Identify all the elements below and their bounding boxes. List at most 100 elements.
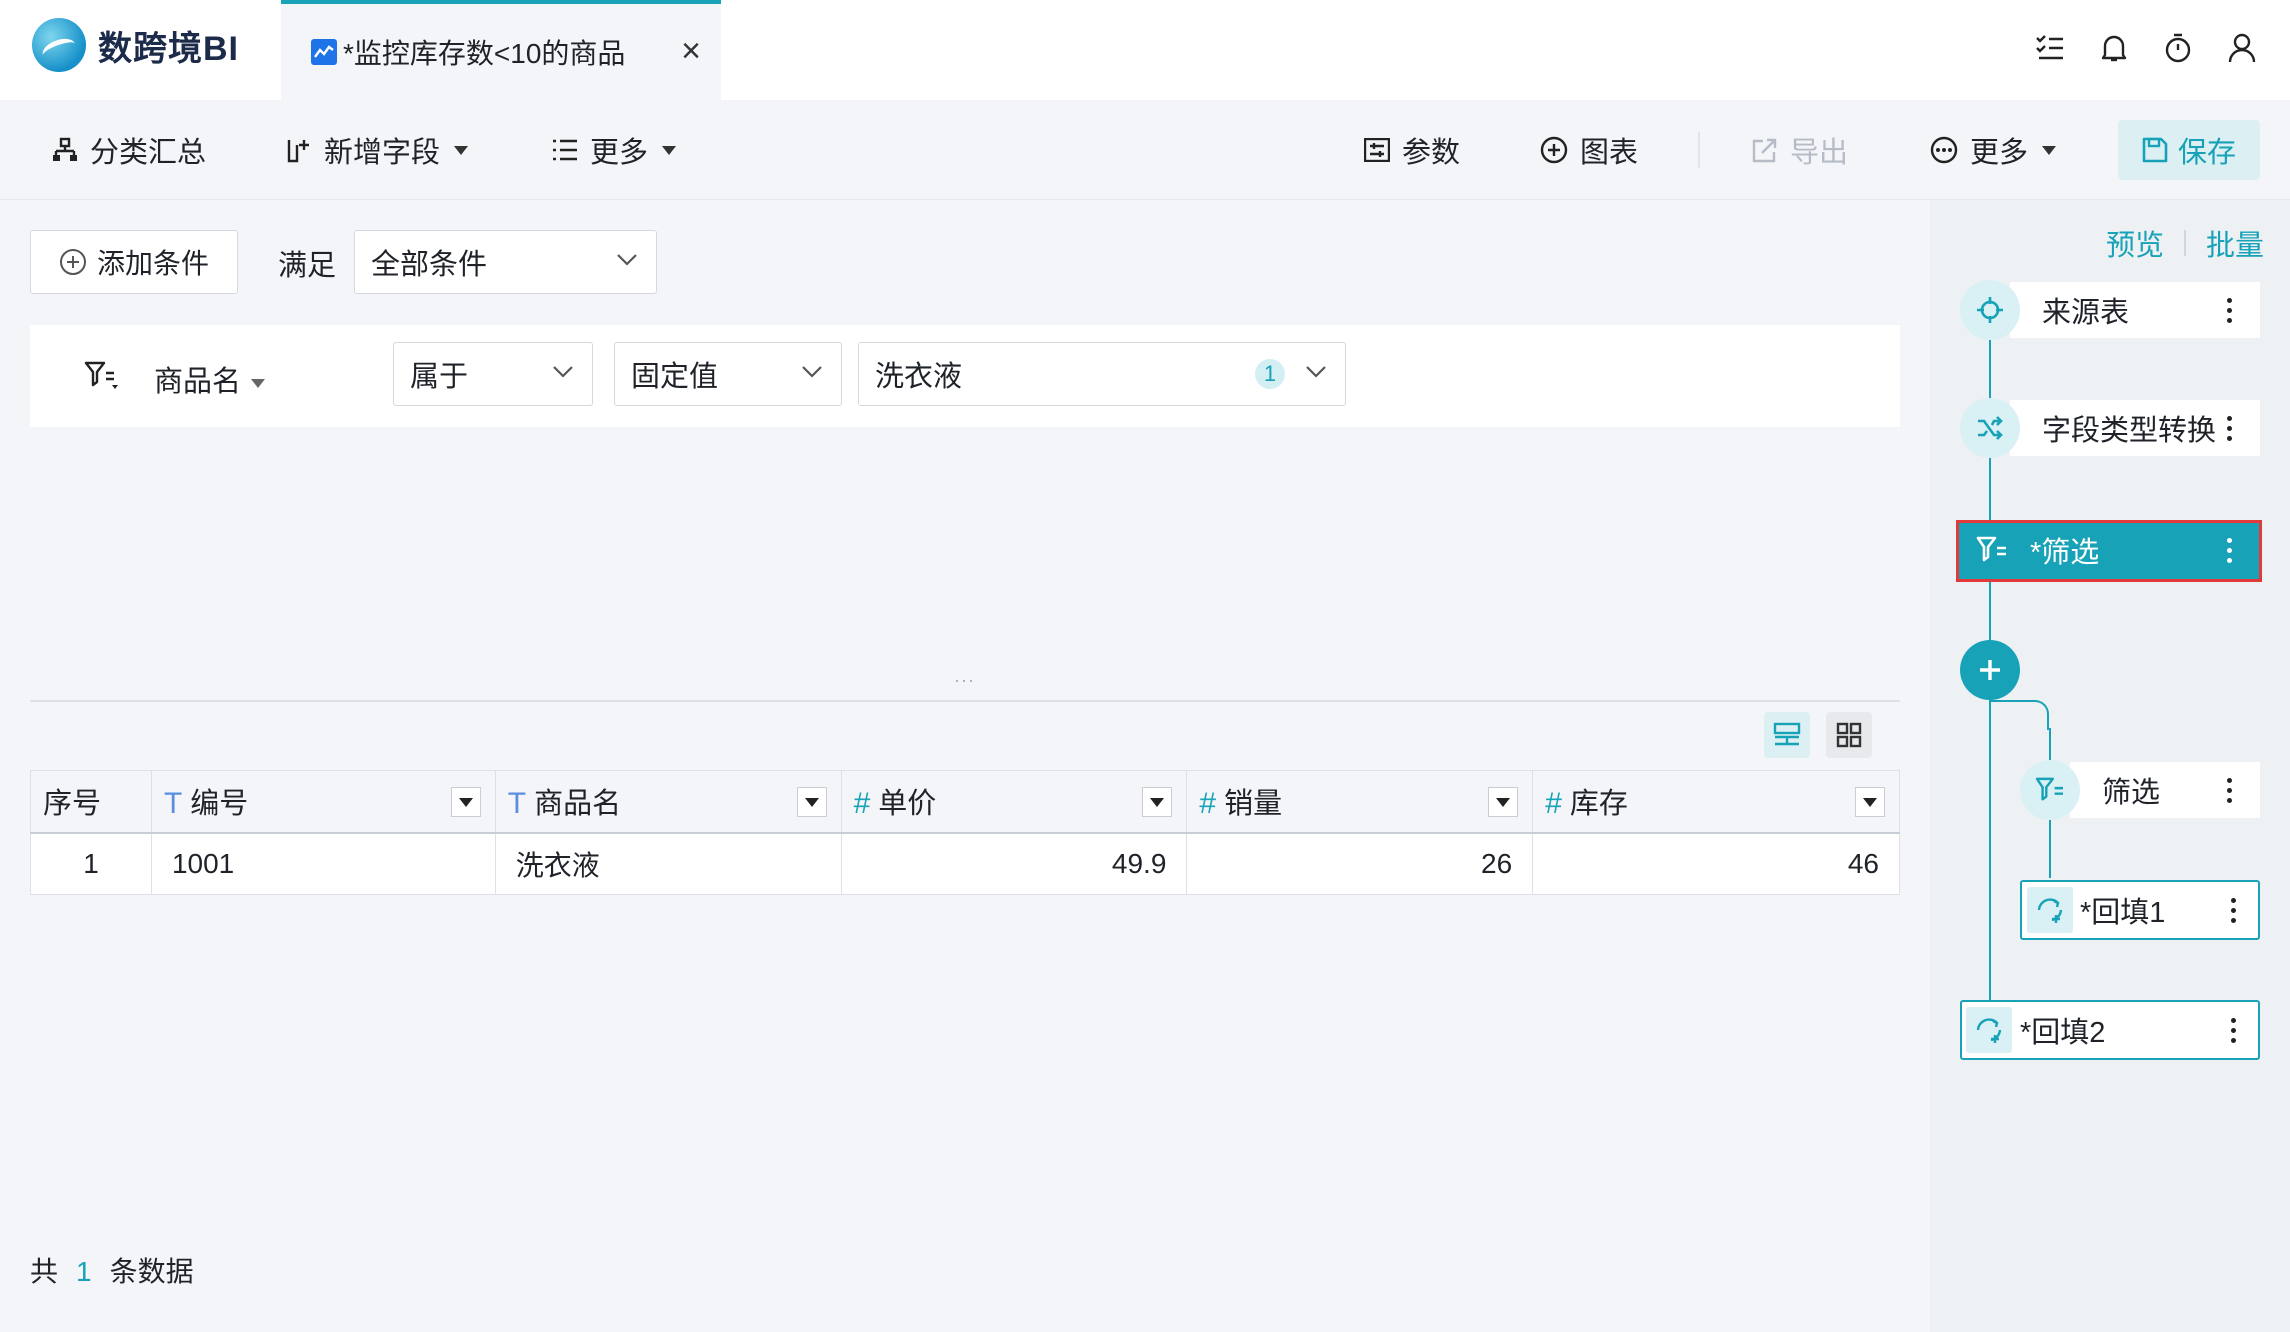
- shuffle-icon: [1960, 398, 2020, 458]
- list-icon: [553, 139, 577, 161]
- logo-icon: [32, 18, 86, 72]
- backfill-icon: [1966, 1007, 2012, 1053]
- source-table-icon: [1960, 280, 2020, 340]
- add-field-label: 新增字段: [324, 137, 441, 169]
- caret-down-icon: [1150, 797, 1165, 807]
- chevron-down-icon: [802, 366, 822, 378]
- filter-value-select[interactable]: 洗衣液 1: [858, 342, 1346, 406]
- top-bar: 数跨境BI *监控库存数<10的商品 ×: [0, 0, 2290, 100]
- row-count: 1: [76, 1256, 92, 1287]
- column-menu-button[interactable]: [796, 787, 827, 817]
- text-type-icon: T: [507, 787, 527, 821]
- flow-node-label: 来源表: [2042, 297, 2130, 329]
- match-mode-select[interactable]: 全部条件: [354, 230, 657, 294]
- column-menu-button[interactable]: [1142, 787, 1173, 817]
- match-mode-value: 全部条件: [371, 249, 488, 281]
- column-header-sales[interactable]: # 销量: [1186, 770, 1534, 834]
- grid-view-button[interactable]: [1826, 712, 1872, 758]
- filter-field-selector[interactable]: 商品名: [154, 358, 266, 400]
- add-field-button[interactable]: 新增字段: [286, 124, 469, 176]
- export-button[interactable]: 导出: [1752, 124, 1848, 176]
- cell-sales: 26: [1186, 832, 1534, 895]
- plus-circle-icon: [1540, 136, 1568, 164]
- backfill-icon: [2027, 887, 2073, 933]
- column-header-stock[interactable]: # 库存: [1532, 770, 1900, 834]
- task-list-icon[interactable]: [2032, 30, 2068, 66]
- add-node-button[interactable]: [1960, 640, 2020, 700]
- preview-link[interactable]: 预览: [2106, 222, 2164, 264]
- cell-id: 1001: [150, 832, 496, 895]
- node-more-icon[interactable]: [2214, 770, 2244, 810]
- more-right-label: 更多: [1970, 137, 2029, 169]
- brand-name: 数跨境BI: [98, 29, 239, 68]
- operator-value: 属于: [410, 361, 469, 393]
- column-header-id[interactable]: T 编号: [150, 770, 496, 834]
- selected-count-badge: 1: [1255, 359, 1285, 389]
- cell-price: 49.9: [840, 832, 1188, 895]
- caret-down-icon: [804, 797, 819, 807]
- chevron-down-icon: [2042, 145, 2057, 155]
- filter-field-icon[interactable]: [84, 361, 120, 391]
- toolbar: 分类汇总 新增字段 更多 参数 图表 导出 更多: [0, 100, 2290, 200]
- app-logo[interactable]: 数跨境BI: [32, 18, 239, 72]
- group-summary-button[interactable]: 分类汇总: [52, 124, 206, 176]
- node-more-icon[interactable]: [2214, 408, 2244, 448]
- node-more-icon[interactable]: [2214, 530, 2244, 570]
- chevron-down-icon: [454, 145, 469, 155]
- group-summary-label: 分类汇总: [90, 137, 207, 169]
- filter-icon: [1976, 536, 2006, 562]
- number-type-icon: #: [853, 787, 871, 821]
- cell-product-name: 洗衣液: [494, 832, 842, 895]
- more-menu-right[interactable]: 更多: [1930, 124, 2057, 176]
- filter-icon: [2020, 760, 2080, 820]
- add-condition-button[interactable]: 添加条件: [30, 230, 238, 294]
- row-count-footer: 共 1 条数据: [30, 1256, 194, 1287]
- save-label: 保存: [2177, 137, 2236, 169]
- plus-circle-icon: [59, 249, 86, 275]
- tab-title: *监控库存数<10的商品: [343, 38, 626, 69]
- column-menu-button[interactable]: [1855, 787, 1885, 817]
- flow-node-label: 筛选: [2102, 777, 2161, 809]
- node-more-icon[interactable]: [2218, 1010, 2248, 1050]
- text-type-icon: T: [163, 787, 183, 821]
- column-header-index: 序号: [30, 770, 152, 834]
- node-more-icon[interactable]: [2214, 290, 2244, 330]
- save-button[interactable]: 保存: [2118, 120, 2260, 180]
- chart-button[interactable]: 图表: [1540, 124, 1638, 176]
- caret-down-icon: [1496, 797, 1511, 807]
- node-more-icon[interactable]: [2218, 890, 2248, 930]
- flow-node-label: *回填2: [2020, 1017, 2106, 1049]
- table-row[interactable]: 1 1001 洗衣液 49.9 26 46: [30, 832, 1900, 895]
- chevron-down-icon: [617, 254, 637, 266]
- user-icon[interactable]: [2224, 30, 2260, 66]
- batch-link[interactable]: 批量: [2206, 222, 2264, 264]
- more-menu-left[interactable]: 更多: [552, 124, 677, 176]
- bell-icon[interactable]: [2096, 30, 2132, 66]
- flow-node-label: *筛选: [2030, 537, 2100, 569]
- value-type-value: 固定值: [631, 361, 719, 393]
- params-icon: [1364, 138, 1390, 162]
- operator-select[interactable]: 属于: [393, 342, 593, 406]
- filter-value: 洗衣液: [875, 361, 963, 393]
- flow-branch-connector: [1989, 700, 2049, 730]
- resize-handle-icon[interactable]: ···: [954, 670, 975, 691]
- value-type-select[interactable]: 固定值: [614, 342, 842, 406]
- params-button[interactable]: 参数: [1364, 124, 1460, 176]
- timer-icon[interactable]: [2160, 30, 2196, 66]
- hierarchy-icon: [53, 137, 77, 161]
- tab-active[interactable]: *监控库存数<10的商品 ×: [281, 0, 721, 100]
- flow-node-label: *回填1: [2080, 897, 2166, 929]
- filter-field-name: 商品名: [154, 366, 242, 398]
- more-left-label: 更多: [590, 137, 649, 169]
- table-header-row: 序号 T 编号 T 商品名 # 单价 # 销量 # 库存: [30, 770, 1900, 834]
- table-view-button[interactable]: [1764, 712, 1810, 758]
- pane-splitter[interactable]: [30, 700, 1900, 702]
- plus-icon: [1980, 660, 2000, 680]
- column-header-product-name[interactable]: T 商品名: [494, 770, 842, 834]
- number-type-icon: #: [1545, 787, 1562, 821]
- column-menu-button[interactable]: [1488, 787, 1519, 817]
- column-menu-button[interactable]: [450, 787, 481, 817]
- add-column-icon: [287, 140, 309, 163]
- column-header-price[interactable]: # 单价: [840, 770, 1188, 834]
- tab-close-button[interactable]: ×: [671, 32, 711, 71]
